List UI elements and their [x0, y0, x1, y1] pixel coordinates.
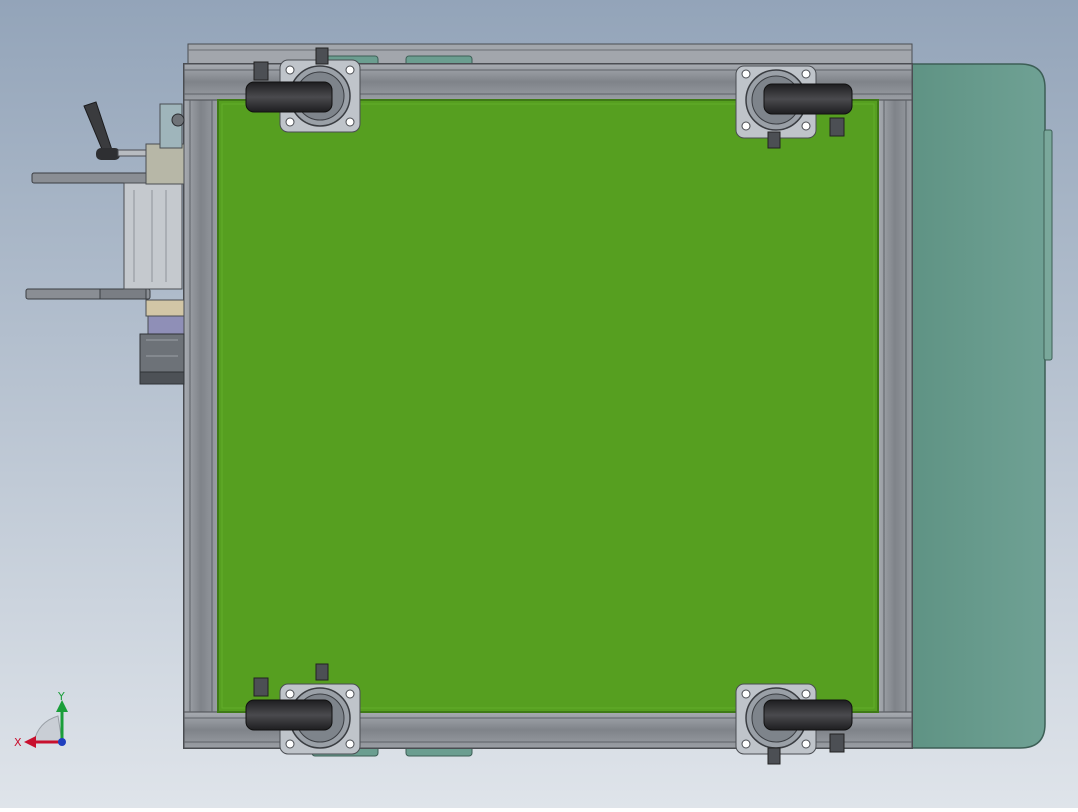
- axis-z-dot: [58, 738, 66, 746]
- right-rail: [877, 99, 913, 713]
- axis-y-label: Y: [57, 690, 65, 703]
- cad-viewport[interactable]: Y X: [0, 0, 1078, 808]
- motor-body: [147, 315, 185, 335]
- motor-flange: [145, 299, 185, 317]
- side-cover-handle: [1043, 129, 1053, 361]
- left-rail: [183, 99, 219, 713]
- axis-x-label: X: [14, 736, 22, 749]
- guide-block: [123, 182, 183, 290]
- cad-drawing: Y X: [0, 0, 1078, 808]
- side-cover: [911, 63, 1053, 749]
- green-panel: [217, 99, 879, 713]
